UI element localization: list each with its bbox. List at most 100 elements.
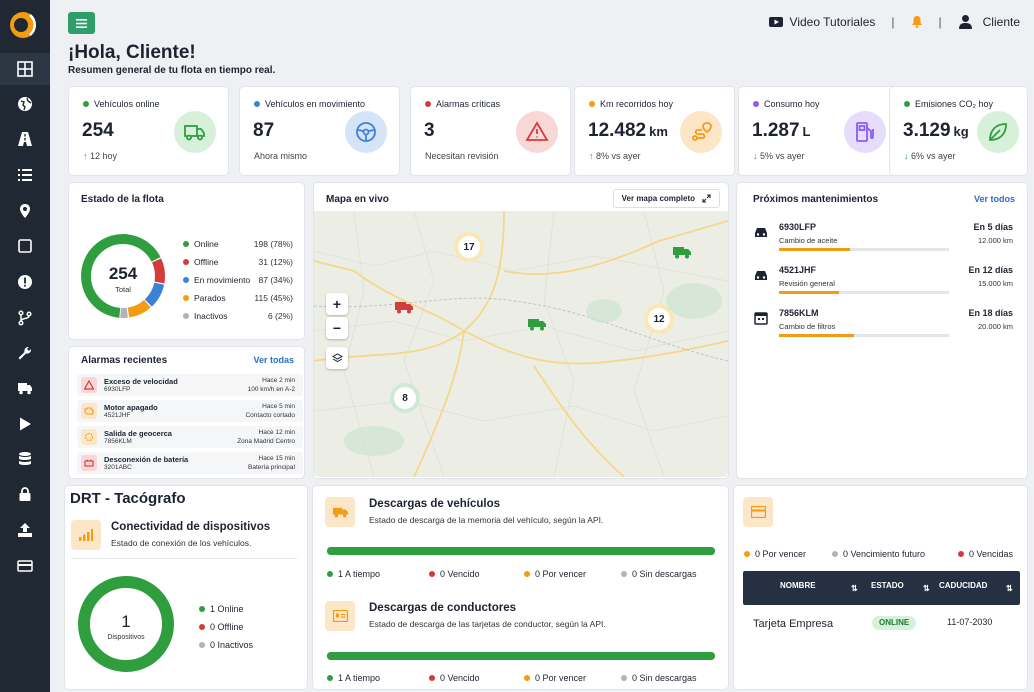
fleet-legend-moving: En movimiento 87 (34%) xyxy=(183,275,293,285)
zoom-in-button[interactable]: + xyxy=(326,293,348,315)
alert-icon[interactable] xyxy=(0,266,50,298)
fuel-icon xyxy=(844,111,886,153)
live-map-card: Mapa en vivo Ver mapa completo 17 12 8 +… xyxy=(313,182,729,479)
legend-dot xyxy=(199,624,205,630)
arrow-up-icon: ↑ xyxy=(589,151,594,161)
column-header-expiry[interactable]: CADUCIDAD xyxy=(939,581,987,590)
column-header-name[interactable]: NOMBRE xyxy=(780,581,816,590)
table-row[interactable]: Tarjeta Empresa ONLINE 11-07-2030 xyxy=(743,608,1020,640)
full-map-button[interactable]: Ver mapa completo xyxy=(612,189,720,208)
layers-icon xyxy=(331,352,343,362)
wrench-icon[interactable] xyxy=(0,337,50,369)
stat-card-moving[interactable]: Vehículos en movimiento 87 Ahora mismo xyxy=(239,86,400,176)
grid-icon[interactable] xyxy=(0,53,50,85)
legend-label: 0 Vencido xyxy=(440,673,480,683)
maintenance-progress-fill xyxy=(779,291,839,294)
bell-icon[interactable] xyxy=(911,15,923,28)
recent-alarms-card: Alarmas recientes Ver todas Exceso de ve… xyxy=(68,346,305,479)
legend-dot xyxy=(327,571,333,577)
vehicle-legend-expired: 0 Vencido xyxy=(429,569,480,579)
column-header-status[interactable]: ESTADO xyxy=(871,581,904,590)
page-title: ¡Hola, Cliente! xyxy=(68,42,196,63)
maintenance-item[interactable]: 6930LFP Cambio de aceite En 5 días 12.00… xyxy=(753,222,1013,262)
view-all-alarms-link[interactable]: Ver todas xyxy=(253,355,294,365)
maintenance-item[interactable]: 7856KLM Cambio de filtros En 18 días 20.… xyxy=(753,308,1013,348)
stat-value-text: 3.129 xyxy=(903,120,951,141)
topbar: Video Tutoriales | | Cliente xyxy=(768,14,1020,29)
upload-icon[interactable] xyxy=(0,514,50,546)
stat-card-consumption[interactable]: Consumo hoy 1.287 L ↓ 5% vs ayer xyxy=(738,86,899,176)
card-icon[interactable] xyxy=(0,550,50,582)
globe-icon[interactable] xyxy=(0,88,50,120)
road-icon[interactable] xyxy=(0,123,50,155)
map-canvas[interactable]: 17 12 8 + − xyxy=(314,211,728,477)
maintenance-days: En 18 días xyxy=(968,308,1013,318)
view-all-maintenance-link[interactable]: Ver todos xyxy=(974,194,1015,204)
legend-dot xyxy=(183,259,189,265)
video-icon xyxy=(768,16,783,27)
stat-foot: Ahora mismo xyxy=(254,151,308,161)
connectivity-title: Conectividad de dispositivos xyxy=(111,521,271,533)
driver-legend-expired: 0 Vencido xyxy=(429,673,480,683)
sort-icon[interactable]: ⇅ xyxy=(923,584,930,593)
zoom-out-button[interactable]: − xyxy=(326,317,348,339)
sort-icon[interactable]: ⇅ xyxy=(1006,584,1013,593)
sort-icon[interactable]: ⇅ xyxy=(851,584,858,593)
legend-label: Inactivos xyxy=(194,311,228,321)
geofence-icon xyxy=(81,429,97,445)
maintenance-item[interactable]: 4521JHF Revisión general En 12 días 15.0… xyxy=(753,265,1013,305)
database-icon[interactable] xyxy=(0,443,50,475)
stat-foot-text: 12 hoy xyxy=(90,151,118,161)
truck-marker-icon[interactable] xyxy=(528,317,546,331)
fleet-total-label: Total xyxy=(115,285,131,294)
lock-icon[interactable] xyxy=(0,478,50,510)
stat-card-km[interactable]: Km recorridos hoy 12.482 km ↑ 8% vs ayer xyxy=(574,86,735,176)
menu-toggle-button[interactable] xyxy=(68,12,95,34)
vehicle-downloads-title: Descargas de vehículos xyxy=(369,498,501,510)
map-cluster[interactable]: 8 xyxy=(394,387,416,409)
truck-icon[interactable] xyxy=(0,372,50,404)
stat-label-text: Km recorridos hoy xyxy=(600,99,674,109)
alarm-item[interactable]: Desconexión de batería 3201ABC Hace 15 m… xyxy=(77,452,303,474)
alarm-item[interactable]: Exceso de velocidad 6930LFP Hace 2 min 1… xyxy=(77,374,303,396)
stat-value-text: 87 xyxy=(253,120,275,141)
stat-value: 3.129 kg xyxy=(903,120,969,142)
map-cluster[interactable]: 17 xyxy=(458,236,480,258)
card-title: Alarmas recientes xyxy=(81,355,168,366)
user-menu[interactable]: Cliente xyxy=(983,15,1020,29)
truck-marker-icon[interactable] xyxy=(395,300,413,314)
arrow-up-icon: ↑ xyxy=(83,151,88,161)
alarm-plate: 3201ABC xyxy=(104,464,132,471)
play-icon[interactable] xyxy=(0,408,50,440)
driver-downloads-bar xyxy=(327,652,715,660)
legend-dot xyxy=(183,313,189,319)
connectivity-subtitle: Estado de conexión de los vehículos. xyxy=(111,538,252,548)
fleet-donut-chart: 254 Total xyxy=(81,234,165,318)
pin-icon[interactable] xyxy=(0,195,50,227)
video-tutorials-link[interactable]: Video Tutoriales xyxy=(790,15,876,29)
stat-card-alarms[interactable]: Alarmas críticas 3 Necesitan revisión xyxy=(410,86,571,176)
vehicle-legend-expiring: 0 Por vencer xyxy=(524,569,586,579)
stat-card-online[interactable]: Vehículos online 254 ↑ 12 hoy xyxy=(68,86,229,176)
map-roads xyxy=(314,211,728,477)
downloads-card: Descargas de vehículos Estado de descarg… xyxy=(312,485,729,690)
legend-value: 115 (45%) xyxy=(254,293,293,303)
driver-legend-none: 0 Sin descargas xyxy=(621,673,697,683)
arrow-down-icon: ↓ xyxy=(904,151,909,161)
stat-card-emissions[interactable]: Emisiones CO₂ hoy 3.129 kg ↓ 6% vs ayer xyxy=(889,86,1028,176)
warning-icon xyxy=(81,377,97,393)
branch-icon[interactable] xyxy=(0,302,50,334)
alarm-detail: Zona Madrid Centro xyxy=(237,438,295,445)
alarm-item[interactable]: Motor apagado 4521JHF Hace 5 min Contact… xyxy=(77,400,303,422)
legend-dot xyxy=(621,675,627,681)
list-icon[interactable] xyxy=(0,159,50,191)
status-dot xyxy=(904,101,910,107)
legend-label: 0 Por vencer xyxy=(755,549,807,559)
map-cluster[interactable]: 12 xyxy=(648,308,670,330)
alarm-title: Salida de geocerca xyxy=(104,429,172,438)
maintenance-km: 12.000 km xyxy=(977,236,1013,245)
square-icon[interactable] xyxy=(0,230,50,262)
alarm-item[interactable]: Salida de geocerca 7856KLM Hace 12 min Z… xyxy=(77,426,303,448)
truck-marker-icon[interactable] xyxy=(673,245,691,259)
layers-button[interactable] xyxy=(326,347,348,369)
